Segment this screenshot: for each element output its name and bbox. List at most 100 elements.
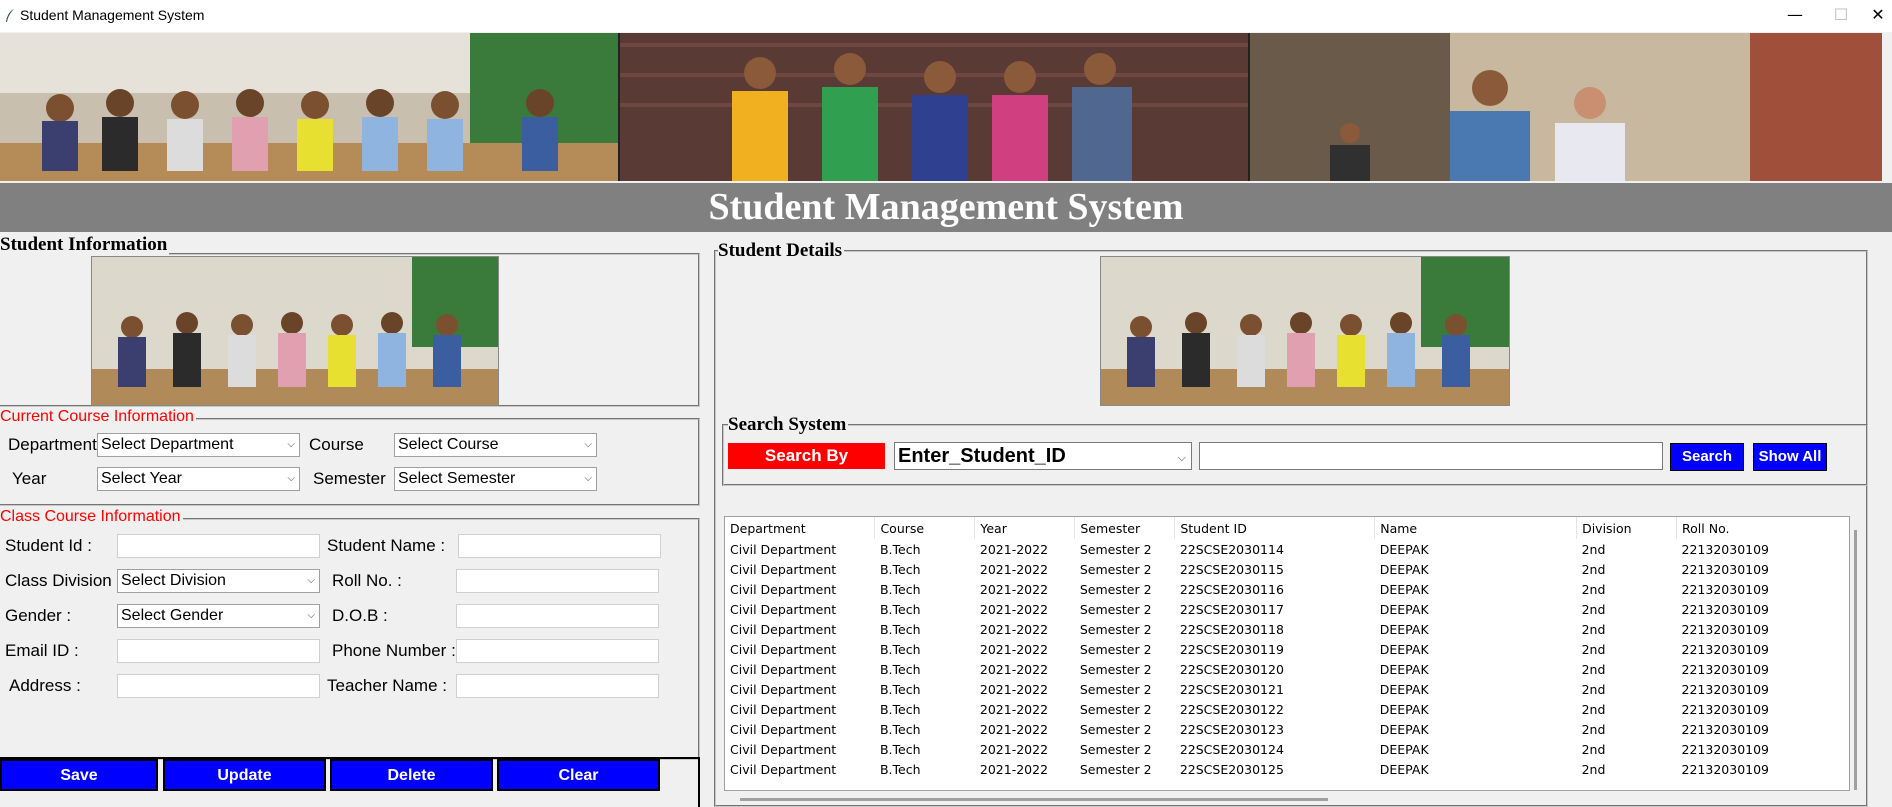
- column-header[interactable]: Year: [974, 517, 1076, 539]
- column-header[interactable]: Student ID: [1174, 517, 1376, 539]
- student-info-title: Student Information: [0, 234, 170, 256]
- table-cell: 22SCSE2030115: [1179, 561, 1284, 577]
- course-select[interactable]: Select Course ⌵: [394, 433, 597, 457]
- email-input[interactable]: [117, 639, 320, 663]
- search-by-select[interactable]: Enter_Student_ID ⌵: [894, 442, 1192, 470]
- table-row[interactable]: Civil Department B.Tech 2021-2022 Semester …: [725, 579, 1849, 599]
- chevron-down-icon: ⌵: [1177, 451, 1186, 464]
- course-label: Course: [309, 435, 364, 454]
- table-cell: 22132030109: [1681, 541, 1770, 557]
- student-name-input[interactable]: [458, 534, 661, 558]
- chevron-down-icon: ⌵: [584, 439, 592, 450]
- table-row[interactable]: Civil Department B.Tech 2021-2022 Semester …: [725, 639, 1849, 659]
- close-button[interactable]: ✕: [1864, 0, 1892, 30]
- student-id-input[interactable]: [117, 534, 320, 558]
- table-row[interactable]: Civil Department B.Tech 2021-2022 Semester …: [725, 539, 1849, 559]
- year-select[interactable]: Select Year ⌵: [97, 467, 300, 491]
- department-select[interactable]: Select Department ⌵: [97, 433, 300, 457]
- table-cell: DEEPAK: [1379, 741, 1429, 757]
- phone-input[interactable]: [456, 639, 659, 663]
- table-cell: 2nd: [1581, 761, 1606, 777]
- table-cell: Semester 2: [1079, 741, 1152, 757]
- show-all-button[interactable]: Show All: [1753, 443, 1827, 471]
- table-cell: 22SCSE2030124: [1179, 741, 1284, 757]
- table-cell: 22SCSE2030120: [1179, 661, 1284, 677]
- table-cell: Civil Department: [730, 581, 837, 597]
- maximize-button[interactable]: ☐: [1818, 0, 1864, 30]
- table-cell: DEEPAK: [1379, 701, 1429, 717]
- column-header[interactable]: Department: [725, 517, 876, 539]
- table-cell: Civil Department: [730, 741, 837, 757]
- class-division-select[interactable]: Select Division ⌵: [117, 569, 320, 593]
- column-header[interactable]: Name: [1374, 517, 1578, 539]
- department-label: Department: [8, 435, 97, 454]
- table-row[interactable]: Civil Department B.Tech 2021-2022 Semester …: [725, 559, 1849, 579]
- teacher-name-label: Teacher Name :: [327, 676, 447, 695]
- table-cell: B.Tech: [879, 741, 921, 757]
- semester-label: Semester: [313, 469, 386, 488]
- address-input[interactable]: [117, 674, 320, 698]
- update-button[interactable]: Update: [163, 759, 326, 791]
- student-id-label: Student Id :: [5, 536, 92, 555]
- table-cell: 22SCSE2030121: [1179, 681, 1284, 697]
- table-row[interactable]: Civil Department B.Tech 2021-2022 Semester …: [725, 759, 1849, 779]
- table-cell: DEEPAK: [1379, 661, 1429, 677]
- table-cell: 2021-2022: [979, 661, 1049, 677]
- search-button[interactable]: Search: [1670, 443, 1744, 471]
- table-cell: B.Tech: [879, 541, 921, 557]
- table-cell: 2021-2022: [979, 701, 1049, 717]
- save-button[interactable]: Save: [0, 759, 158, 791]
- table-cell: 2nd: [1581, 681, 1606, 697]
- title-bar: Student Management System — ☐ ✕: [0, 0, 1892, 32]
- gender-label: Gender :: [5, 606, 72, 625]
- semester-select[interactable]: Select Semester ⌵: [394, 467, 597, 491]
- minimize-button[interactable]: —: [1772, 0, 1818, 30]
- table-cell: 22132030109: [1681, 621, 1770, 637]
- search-input[interactable]: [1199, 442, 1663, 470]
- email-label: Email ID :: [5, 641, 79, 660]
- table-cell: Semester 2: [1079, 541, 1152, 557]
- table-cell: Civil Department: [730, 601, 837, 617]
- table-cell: 2021-2022: [979, 721, 1049, 737]
- table-row[interactable]: Civil Department B.Tech 2021-2022 Semester …: [725, 719, 1849, 739]
- column-header[interactable]: Roll No.: [1676, 517, 1849, 539]
- table-cell: B.Tech: [879, 721, 921, 737]
- table-cell: B.Tech: [879, 681, 921, 697]
- table-cell: DEEPAK: [1379, 721, 1429, 737]
- student-details-title: Student Details: [718, 240, 845, 262]
- column-header[interactable]: Division: [1576, 517, 1678, 539]
- student-name-label: Student Name :: [327, 536, 446, 555]
- dob-input[interactable]: [456, 604, 659, 628]
- chevron-down-icon: ⌵: [287, 473, 295, 484]
- year-value: Select Year: [101, 470, 182, 487]
- table-cell: 2021-2022: [979, 681, 1049, 697]
- table-cell: 22SCSE2030119: [1179, 641, 1284, 657]
- table-row[interactable]: Civil Department B.Tech 2021-2022 Semester …: [725, 619, 1849, 639]
- delete-button[interactable]: Delete: [330, 759, 493, 791]
- table-header-row: Department Course Year Semester Student ID Na…: [725, 517, 1849, 539]
- table-row[interactable]: Civil Department B.Tech 2021-2022 Semester …: [725, 659, 1849, 679]
- table-cell: 22SCSE2030125: [1179, 761, 1284, 777]
- column-header[interactable]: Semester: [1074, 517, 1176, 539]
- column-header[interactable]: Course: [874, 517, 976, 539]
- table-cell: Semester 2: [1079, 581, 1152, 597]
- gender-select[interactable]: Select Gender ⌵: [117, 604, 320, 628]
- table-row[interactable]: Civil Department B.Tech 2021-2022 Semester …: [725, 739, 1849, 759]
- table-row[interactable]: Civil Department B.Tech 2021-2022 Semester …: [725, 679, 1849, 699]
- class-division-value: Select Division: [121, 572, 226, 589]
- window-title: Student Management System: [20, 7, 205, 23]
- feather-icon: [6, 9, 14, 22]
- student-table[interactable]: Department Course Year Semester Student ID Na…: [724, 516, 1850, 791]
- vertical-scrollbar[interactable]: [1854, 530, 1857, 790]
- chevron-down-icon: ⌵: [584, 473, 592, 484]
- table-cell: 22132030109: [1681, 561, 1770, 577]
- table-row[interactable]: Civil Department B.Tech 2021-2022 Semester …: [725, 599, 1849, 619]
- phone-label: Phone Number :: [332, 641, 456, 660]
- table-cell: Civil Department: [730, 661, 837, 677]
- table-cell: 22SCSE2030122: [1179, 701, 1284, 717]
- roll-no-input[interactable]: [456, 569, 659, 593]
- horizontal-scrollbar[interactable]: [740, 798, 1328, 801]
- clear-button[interactable]: Clear: [497, 759, 660, 791]
- teacher-name-input[interactable]: [456, 674, 659, 698]
- table-row[interactable]: Civil Department B.Tech 2021-2022 Semester …: [725, 699, 1849, 719]
